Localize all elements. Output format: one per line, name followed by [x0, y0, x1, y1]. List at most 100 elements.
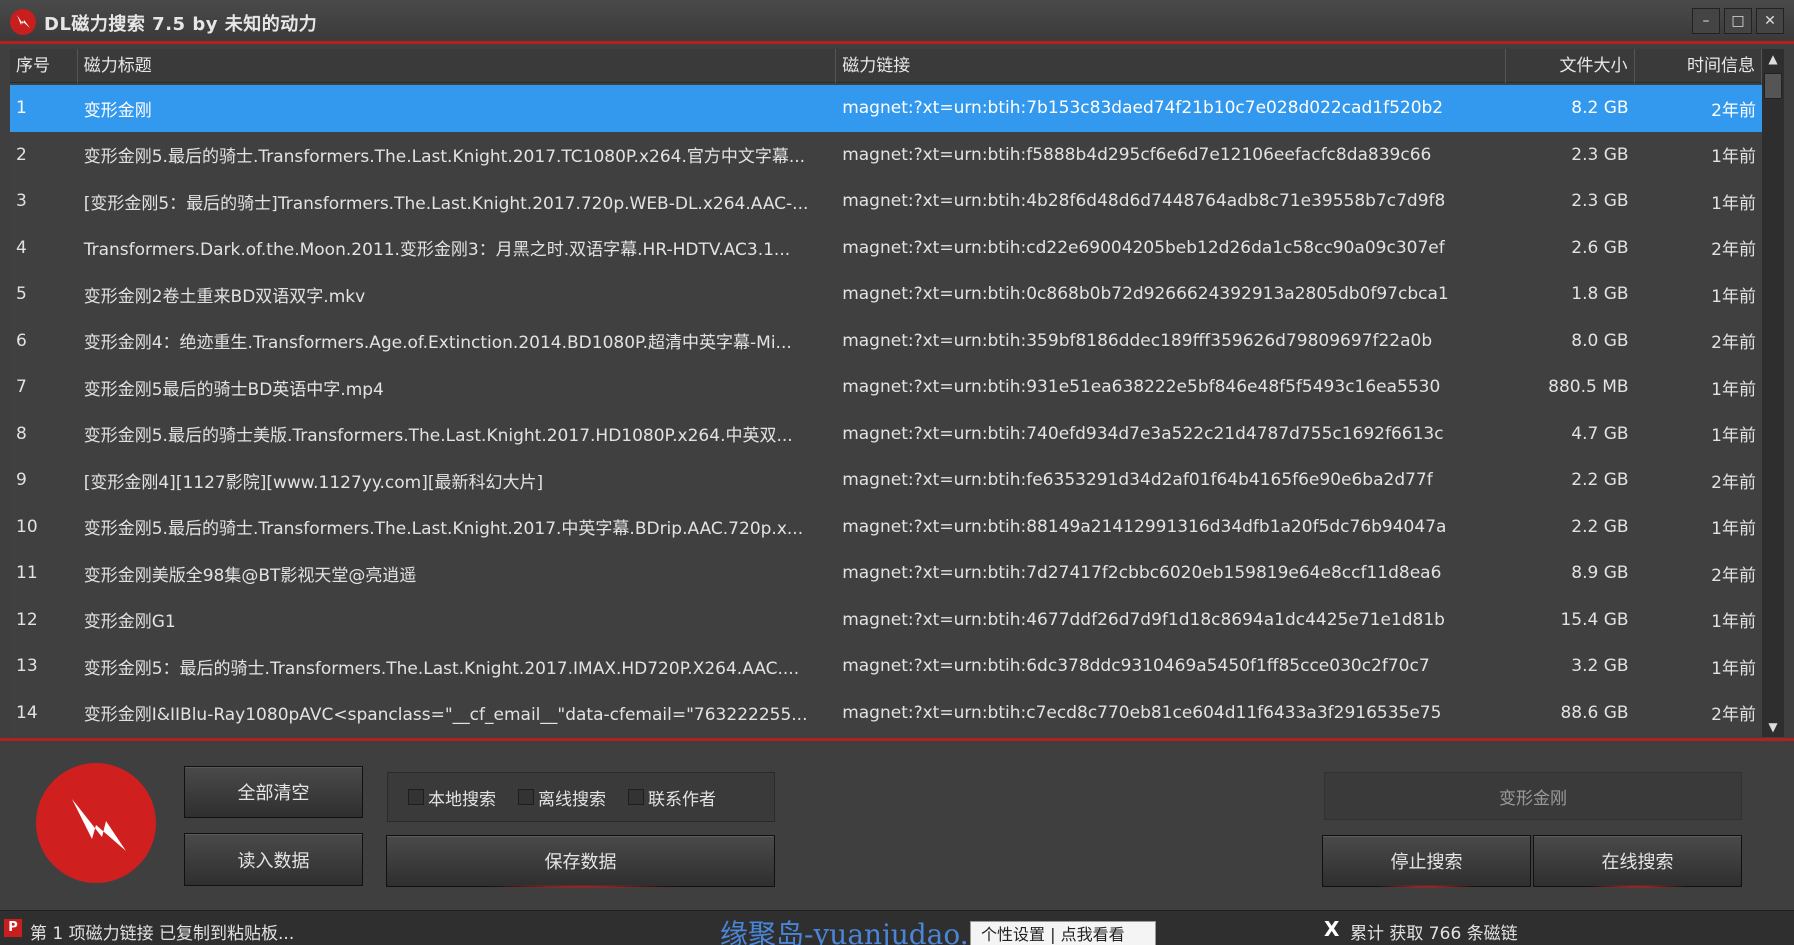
- cell-size: 2.3 GB: [1571, 191, 1629, 212]
- cell-title: 变形金刚I&IIBlu-Ray1080pAVC<spanclass="__cf_…: [83, 705, 808, 726]
- cell-title: 变形金刚2卷土重来BD双语双字.mkv: [83, 286, 366, 307]
- contact-author-checkbox[interactable]: 联系作者: [628, 785, 716, 810]
- cell-index: 5: [16, 284, 27, 305]
- cell-magnet-link: magnet:?xt=urn:btih:6dc378ddc9310469a545…: [842, 656, 1430, 677]
- offline-search-box[interactable]: [518, 789, 534, 805]
- cell-size: 2.3 GB: [1571, 144, 1629, 165]
- contact-author-label: 联系作者: [648, 789, 716, 810]
- cell-index: 12: [16, 609, 38, 630]
- cell-magnet-link: magnet:?xt=urn:btih:4677ddf26d7d9f1d18c8…: [842, 609, 1445, 630]
- table-row[interactable]: 2 变形金刚5.最后的骑士.Transformers.The.Last.Knigh…: [10, 132, 1762, 179]
- cell-time: 2年前: [1711, 472, 1756, 493]
- app-logo-icon: [10, 9, 36, 35]
- cell-time: 1年前: [1711, 379, 1756, 400]
- cell-title: 变形金刚: [83, 100, 152, 121]
- header-size[interactable]: 文件大小: [1506, 49, 1635, 83]
- title-bar[interactable]: DL磁力搜索 7.5 by 未知的动力 – □ ✕: [0, 0, 1794, 44]
- table-row[interactable]: 1 变形金刚 magnet:?xt=urn:btih:7b153c83daed74f…: [10, 85, 1762, 132]
- cell-index: 13: [16, 656, 38, 677]
- divider: [0, 738, 1794, 741]
- cell-time: 2年前: [1711, 705, 1756, 726]
- cell-title: Transformers.Dark.of.the.Moon.2011.变形金刚3…: [83, 240, 791, 261]
- search-input[interactable]: 变形金刚: [1324, 772, 1742, 820]
- status-close-icon[interactable]: X: [1324, 917, 1339, 941]
- vertical-scrollbar[interactable]: ▲ ▼: [1762, 49, 1784, 737]
- cell-magnet-link: magnet:?xt=urn:btih:359bf8186ddec189fff3…: [842, 330, 1433, 351]
- settings-tooltip[interactable]: 个性设置 | 点我看看: [970, 921, 1156, 945]
- button-glow: [483, 885, 678, 888]
- cell-time: 1年前: [1711, 658, 1756, 679]
- cell-size: 2.2 GB: [1571, 516, 1629, 537]
- table-row[interactable]: 10 变形金刚5.最后的骑士.Transformers.The.Last.Knig…: [10, 504, 1762, 551]
- cell-magnet-link: magnet:?xt=urn:btih:7d27417f2cbbc6020eb1…: [842, 563, 1442, 584]
- cell-time: 2年前: [1711, 100, 1756, 121]
- button-glow: [1374, 885, 1479, 888]
- cell-title: [变形金刚4][1127影院][www.1127yy.com][最新科幻大片]: [83, 472, 544, 493]
- contact-author-box[interactable]: [628, 789, 644, 805]
- load-data-label: 读入数据: [237, 850, 310, 872]
- table-row[interactable]: 9 [变形金刚4][1127影院][www.1127yy.com][最新科幻大片]…: [10, 457, 1762, 504]
- cell-time: 1年前: [1711, 426, 1756, 447]
- header-link[interactable]: 磁力链接: [836, 49, 1507, 83]
- cell-title: 变形金刚5：最后的骑士.Transformers.The.Last.Knight…: [83, 658, 800, 679]
- cell-size: 880.5 MB: [1548, 377, 1629, 398]
- window-title: DL磁力搜索 7.5 by 未知的动力: [44, 14, 318, 35]
- clear-all-button[interactable]: 全部清空: [184, 766, 363, 818]
- cell-magnet-link: magnet:?xt=urn:btih:f5888b4d295cf6e6d7e1…: [842, 144, 1432, 165]
- cell-magnet-link: magnet:?xt=urn:btih:4b28f6d48d6d7448764a…: [842, 191, 1446, 212]
- table-row[interactable]: 14 变形金刚I&IIBlu-Ray1080pAVC<spanclass="__c…: [10, 690, 1762, 737]
- cell-index: 4: [16, 237, 27, 258]
- cell-magnet-link: magnet:?xt=urn:btih:740efd934d7e3a522c21…: [842, 423, 1444, 444]
- offline-search-checkbox[interactable]: 离线搜索: [518, 785, 606, 810]
- maximize-button[interactable]: □: [1724, 8, 1752, 34]
- cell-title: 变形金刚4：绝迹重生.Transformers.Age.of.Extinctio…: [83, 333, 792, 354]
- table-row[interactable]: 8 变形金刚5.最后的骑士美版.Transformers.The.Last.Kni…: [10, 411, 1762, 458]
- header-index[interactable]: 序号: [10, 49, 78, 83]
- table-row[interactable]: 11 变形金刚美版全98集@BT影视天堂@亮逍遥 magnet:?xt=urn:bt…: [10, 550, 1762, 597]
- header-time[interactable]: 时间信息: [1635, 49, 1762, 83]
- cell-magnet-link: magnet:?xt=urn:btih:931e51ea638222e5bf84…: [842, 377, 1441, 398]
- cell-time: 2年前: [1711, 240, 1756, 261]
- cell-time: 1年前: [1711, 612, 1756, 633]
- close-button[interactable]: ✕: [1756, 8, 1784, 34]
- table-row[interactable]: 5 变形金刚2卷土重来BD双语双字.mkv magnet:?xt=urn:btih:…: [10, 271, 1762, 318]
- cell-index: 2: [16, 144, 27, 165]
- local-search-box[interactable]: [408, 789, 424, 805]
- cell-magnet-link: magnet:?xt=urn:btih:7b153c83daed74f21b10…: [842, 98, 1444, 119]
- minimize-button[interactable]: –: [1692, 8, 1720, 34]
- cell-magnet-link: magnet:?xt=urn:btih:c7ecd8c770eb81ce604d…: [842, 702, 1442, 723]
- table-row[interactable]: 12 变形金刚G1 magnet:?xt=urn:btih:4677ddf26d7d…: [10, 597, 1762, 644]
- cell-size: 8.9 GB: [1571, 563, 1629, 584]
- table-row[interactable]: 6 变形金刚4：绝迹重生.Transformers.Age.of.Extincti…: [10, 318, 1762, 365]
- stop-search-button[interactable]: 停止搜索: [1322, 835, 1531, 888]
- cell-size: 3.2 GB: [1571, 656, 1629, 677]
- scroll-up-arrow-icon[interactable]: ▲: [1762, 49, 1784, 69]
- table-row[interactable]: 3 [变形金刚5：最后的骑士]Transformers.The.Last.Knig…: [10, 178, 1762, 225]
- cell-size: 15.4 GB: [1560, 609, 1629, 630]
- result-count: 累计 获取 766 条磁链: [1350, 924, 1518, 944]
- table-row[interactable]: 4 Transformers.Dark.of.the.Moon.2011.变形金刚…: [10, 225, 1762, 272]
- cell-size: 1.8 GB: [1571, 284, 1629, 305]
- cell-size: 2.6 GB: [1571, 237, 1629, 258]
- table-body: 1 变形金刚 magnet:?xt=urn:btih:7b153c83daed74f…: [10, 85, 1762, 736]
- stop-search-label: 停止搜索: [1390, 852, 1463, 873]
- load-data-button[interactable]: 读入数据: [184, 833, 363, 886]
- scroll-down-arrow-icon[interactable]: ▼: [1762, 717, 1784, 737]
- table-row[interactable]: 7 变形金刚5最后的骑士BD英语中字.mp4 magnet:?xt=urn:btih…: [10, 364, 1762, 411]
- local-search-checkbox[interactable]: 本地搜索: [408, 785, 496, 810]
- cell-time: 2年前: [1711, 333, 1756, 354]
- save-data-button[interactable]: 保存数据: [386, 835, 775, 888]
- cell-magnet-link: magnet:?xt=urn:btih:88149a21412991316d34…: [842, 516, 1447, 537]
- scroll-thumb[interactable]: [1764, 73, 1782, 99]
- cell-title: 变形金刚5.最后的骑士美版.Transformers.The.Last.Knig…: [83, 426, 793, 447]
- cell-index: 9: [16, 470, 27, 491]
- table-row[interactable]: 13 变形金刚5：最后的骑士.Transformers.The.Last.Knig…: [10, 643, 1762, 690]
- header-title[interactable]: 磁力标题: [78, 49, 837, 83]
- cell-title: 变形金刚5.最后的骑士.Transformers.The.Last.Knight…: [83, 519, 804, 540]
- cell-size: 8.2 GB: [1571, 98, 1629, 119]
- status-message: 第 1 项磁力链接 已复制到粘贴板...: [30, 924, 295, 944]
- save-data-label: 保存数据: [544, 852, 617, 873]
- cell-time: 1年前: [1711, 286, 1756, 307]
- online-search-button[interactable]: 在线搜索: [1533, 835, 1742, 888]
- cell-time: 1年前: [1711, 193, 1756, 214]
